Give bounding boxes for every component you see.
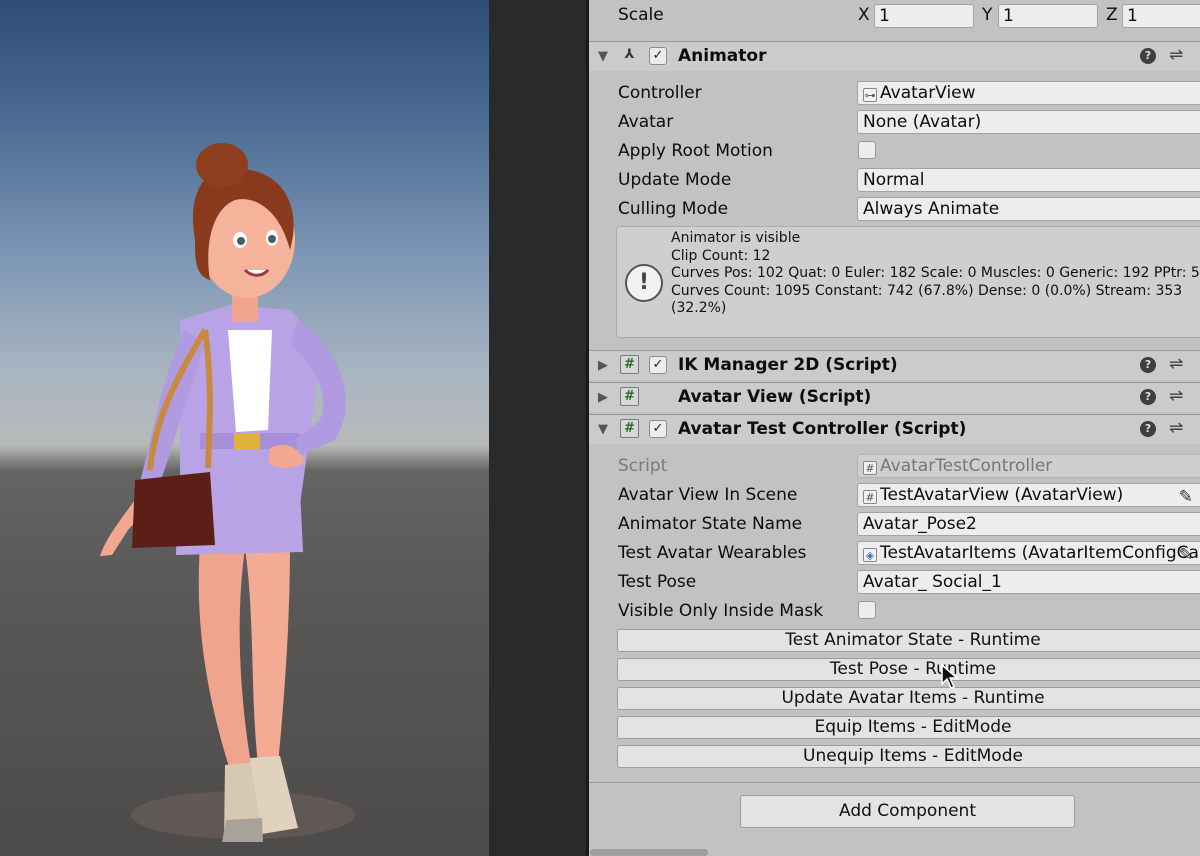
animator-info-box: ! Animator is visible Clip Count: 12 Curve… [616,226,1200,338]
avatar-row: Avatar None (Avatar) [589,108,1200,137]
help-icon[interactable]: ? [1140,357,1156,373]
test-pose-row: Test Pose Avatar_ Social_1 [589,568,1200,597]
inspector-panel[interactable]: Scale X 1 Y 1 Z 1 ▼ ⅄ ✓ Animator ? ⇌ Con… [589,0,1200,856]
scene-view[interactable] [0,0,489,856]
foldout-expanded-icon[interactable]: ▼ [598,49,608,64]
ik-manager-component-header[interactable]: ▶ # ✓ IK Manager 2D (Script) ? ⇌ [589,350,1200,380]
avatar-view-in-scene-label: Avatar View In Scene [618,485,798,505]
update-avatar-items-button[interactable]: Update Avatar Items - Runtime [617,687,1200,710]
panel-divider [489,0,589,856]
avatar-label: Avatar [618,112,674,132]
equip-items-button[interactable]: Equip Items - EditMode [617,716,1200,739]
controller-field[interactable]: ⊶ AvatarView [857,81,1200,105]
test-pose-button[interactable]: Test Pose - Runtime [617,658,1200,681]
scale-label: Scale [618,5,664,25]
add-component-button[interactable]: Add Component [740,795,1075,828]
scale-y-field[interactable]: 1 [998,4,1098,28]
foldout-collapsed-icon[interactable]: ▶ [598,358,608,373]
controller-label: Controller [618,83,702,103]
avatar-view-component-header[interactable]: ▶ # Avatar View (Script) ? ⇌ [589,382,1200,412]
horizontal-scrollbar[interactable] [590,849,708,856]
help-icon[interactable]: ? [1140,421,1156,437]
script-row: Script # AvatarTestController [589,452,1200,481]
visible-only-inside-mask-label: Visible Only Inside Mask [618,601,824,621]
scale-z-label: Z [1106,5,1118,25]
scale-x-field[interactable]: 1 [874,4,974,28]
ik-manager-enabled-checkbox[interactable]: ✓ [649,356,667,374]
script-value: AvatarTestController [880,456,1053,476]
animator-enabled-checkbox[interactable]: ✓ [649,47,667,65]
culling-mode-row: Culling Mode Always Animate [589,195,1200,224]
animator-controller-icon: ⊶ [863,88,877,102]
info-line: Curves Pos: 102 Quat: 0 Euler: 182 Scale… [671,265,1200,282]
animator-component-header[interactable]: ▼ ⅄ ✓ Animator ? ⇌ [589,41,1200,71]
update-mode-dropdown[interactable]: Normal [857,168,1200,192]
edit-pencil-icon[interactable]: ✎ [1179,486,1193,506]
animator-state-name-label: Animator State Name [618,514,803,534]
mouse-cursor-icon [941,664,959,689]
avatar-view-title: Avatar View (Script) [678,387,872,407]
controller-value: AvatarView [880,83,976,103]
update-mode-row: Update Mode Normal [589,166,1200,195]
settings-icon[interactable]: ⇌ [1169,386,1183,406]
test-avatar-wearables-row: Test Avatar Wearables ◈ TestAvatarItems (… [589,539,1200,568]
scale-row: Scale X 1 Y 1 Z 1 [589,1,1200,30]
test-pose-label: Test Pose [618,572,697,592]
info-line: Curves Count: 1095 Constant: 742 (67.8%)… [671,282,1183,299]
animator-state-name-row: Animator State Name Avatar_Pose2 [589,510,1200,539]
test-avatar-wearables-label: Test Avatar Wearables [618,543,807,563]
avatar-test-controller-title: Avatar Test Controller (Script) [678,419,967,439]
apply-root-motion-label: Apply Root Motion [618,141,773,161]
script-icon: # [620,419,639,438]
settings-icon[interactable]: ⇌ [1169,418,1183,438]
script-file-icon: # [863,461,877,475]
animator-icon: ⅄ [624,47,635,62]
test-avatar-wearables-field[interactable]: ◈ TestAvatarItems (AvatarItemConfigCa ✎ [857,541,1200,565]
info-line: (32.2%) [671,300,727,317]
avatar-view-in-scene-value: TestAvatarView (AvatarView) [880,485,1124,505]
animator-title: Animator [678,46,767,66]
avatar-field[interactable]: None (Avatar) [857,110,1200,134]
scriptable-object-icon: ◈ [863,548,877,562]
foldout-expanded-icon[interactable]: ▼ [598,422,608,437]
edit-pencil-icon[interactable]: ✎ [1179,544,1193,564]
avatar-character-illustration [100,143,355,842]
script-icon: # [620,387,639,406]
help-icon[interactable]: ? [1140,389,1156,405]
section-divider [589,782,1200,783]
avatar-view-in-scene-row: Avatar View In Scene # TestAvatarView (Av… [589,481,1200,510]
apply-root-motion-row: Apply Root Motion [589,137,1200,166]
test-animator-state-button[interactable]: Test Animator State - Runtime [617,629,1200,652]
settings-icon[interactable]: ⇌ [1169,45,1183,65]
foldout-collapsed-icon[interactable]: ▶ [598,390,608,405]
script-field: # AvatarTestController [857,454,1200,478]
avatar-test-controller-component-header[interactable]: ▼ # ✓ Avatar Test Controller (Script) ? … [589,414,1200,444]
script-label: Script [618,456,668,476]
culling-mode-dropdown[interactable]: Always Animate [857,197,1200,221]
update-mode-label: Update Mode [618,170,732,190]
warning-info-icon: ! [625,264,663,302]
culling-mode-label: Culling Mode [618,199,729,219]
animator-state-name-input[interactable]: Avatar_Pose2 [857,512,1200,536]
unequip-items-button[interactable]: Unequip Items - EditMode [617,745,1200,768]
animator-info-text: Animator is visible Clip Count: 12 Curves … [671,230,1200,318]
apply-root-motion-checkbox[interactable] [858,141,876,159]
visible-only-inside-mask-row: Visible Only Inside Mask [589,597,1200,626]
script-file-icon: # [863,490,877,504]
help-icon[interactable]: ? [1140,48,1156,64]
scale-y-label: Y [982,5,993,25]
scale-x-label: X [858,5,870,25]
visible-only-inside-mask-checkbox[interactable] [858,601,876,619]
info-line: Clip Count: 12 [671,247,771,264]
info-line: Animator is visible [671,230,801,246]
avatar-test-controller-enabled-checkbox[interactable]: ✓ [649,420,667,438]
ik-manager-title: IK Manager 2D (Script) [678,355,898,375]
settings-icon[interactable]: ⇌ [1169,354,1183,374]
scale-z-field[interactable]: 1 [1122,4,1200,28]
avatar-view-in-scene-field[interactable]: # TestAvatarView (AvatarView) ✎ [857,483,1200,507]
controller-row: Controller ⊶ AvatarView [589,79,1200,108]
script-icon: # [620,355,639,374]
test-pose-input[interactable]: Avatar_ Social_1 [857,570,1200,594]
test-avatar-wearables-value: TestAvatarItems (AvatarItemConfigCa [880,543,1199,563]
